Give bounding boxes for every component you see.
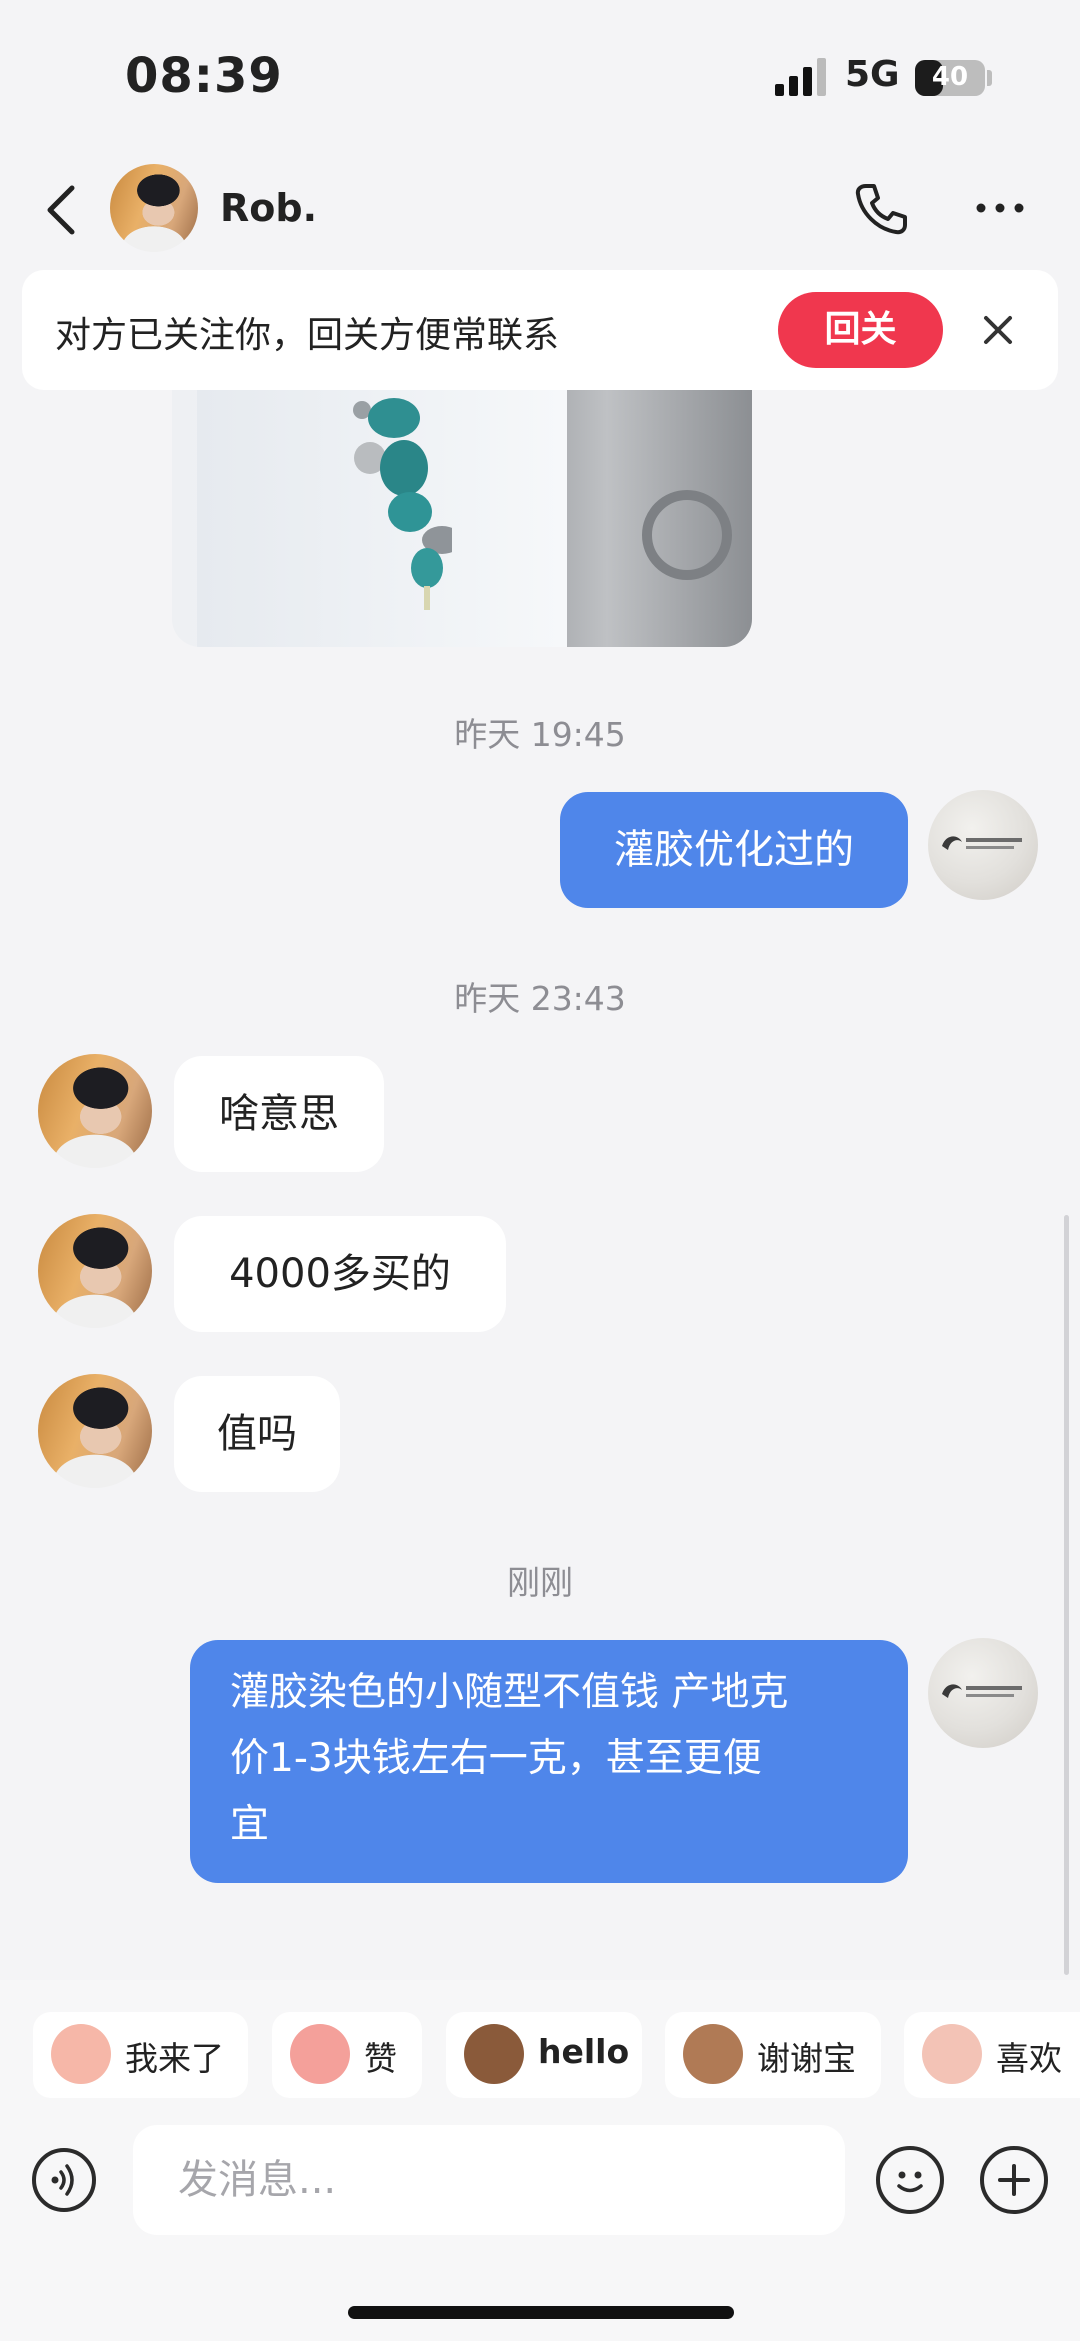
logo-icon — [942, 836, 1022, 850]
message-bubble-received[interactable]: 4000多买的 — [174, 1216, 506, 1332]
battery-cap — [987, 70, 992, 86]
message-text-line: 价1-3块钱左右一克，甚至更便 — [230, 1736, 762, 1781]
message-text: 4000多买的 — [229, 1251, 451, 1297]
image-message[interactable] — [172, 390, 752, 647]
quick-reply-label: hello — [538, 2032, 630, 2071]
message-text-line: 灌胶染色的小随型不值钱 产地克 — [230, 1670, 789, 1715]
follow-banner-text: 对方已关注你，回关方便常联系 — [55, 315, 560, 356]
battery-level: 40 — [931, 62, 969, 92]
message-bubble-sent[interactable]: 灌胶染色的小随型不值钱 产地克 价1-3块钱左右一克，甚至更便 宜 — [190, 1640, 908, 1883]
message-text-line: 宜 — [230, 1802, 270, 1847]
sticker-icon — [290, 2024, 350, 2084]
plus-icon[interactable] — [980, 2146, 1048, 2214]
timestamp: 昨天 23:43 — [454, 979, 626, 1018]
bracelet-image — [353, 398, 452, 610]
hook-image — [642, 490, 732, 580]
logo-icon — [942, 1684, 1022, 1698]
contact-avatar[interactable] — [38, 1054, 152, 1168]
home-indicator[interactable] — [348, 2306, 734, 2319]
contact-avatar[interactable] — [38, 1374, 152, 1488]
quick-reply-chip[interactable]: hello — [446, 2012, 642, 2098]
my-avatar[interactable] — [928, 1638, 1038, 1748]
status-time: 08:39 — [125, 48, 283, 104]
network-type: 5G — [845, 54, 900, 95]
contact-name[interactable]: Rob. — [220, 186, 317, 230]
quick-reply-chip[interactable]: 谢谢宝 — [665, 2012, 881, 2098]
timestamp: 昨天 19:45 — [454, 715, 626, 754]
message-bubble-sent[interactable]: 灌胶优化过的 — [560, 792, 908, 908]
message-text: 啥意思 — [219, 1091, 339, 1137]
sticker-icon — [922, 2024, 982, 2084]
back-icon[interactable] — [38, 180, 86, 240]
battery-icon: 40 — [915, 60, 985, 96]
quick-reply-label: 我来了 — [125, 2039, 224, 2078]
close-icon[interactable] — [978, 310, 1018, 350]
phone-icon[interactable] — [852, 180, 910, 238]
quick-reply-chip[interactable]: 赞 — [272, 2012, 422, 2098]
contact-avatar[interactable] — [38, 1214, 152, 1328]
message-text: 值吗 — [217, 1411, 297, 1457]
sticker-icon — [683, 2024, 743, 2084]
quick-reply-label: 喜欢 — [996, 2039, 1062, 2078]
voice-icon[interactable] — [32, 2148, 96, 2212]
follow-back-button[interactable]: 回关 — [778, 292, 943, 368]
my-avatar[interactable] — [928, 790, 1038, 900]
quick-reply-label: 赞 — [364, 2039, 397, 2078]
message-bubble-received[interactable]: 啥意思 — [174, 1056, 384, 1172]
emoji-icon[interactable] — [876, 2146, 944, 2214]
message-bubble-received[interactable]: 值吗 — [174, 1376, 340, 1492]
sticker-icon — [51, 2024, 111, 2084]
signal-icon — [775, 58, 826, 96]
contact-avatar[interactable] — [110, 164, 198, 252]
message-text: 灌胶优化过的 — [614, 827, 854, 873]
quick-reply-label: 谢谢宝 — [757, 2039, 856, 2078]
sticker-icon — [464, 2024, 524, 2084]
more-icon[interactable] — [975, 198, 1025, 218]
timestamp: 刚刚 — [507, 1563, 573, 1602]
quick-reply-chip[interactable]: 我来了 — [33, 2012, 248, 2098]
message-input[interactable] — [133, 2125, 845, 2235]
scrollbar[interactable] — [1064, 1215, 1069, 1975]
quick-reply-chip[interactable]: 喜欢 — [904, 2012, 1080, 2098]
